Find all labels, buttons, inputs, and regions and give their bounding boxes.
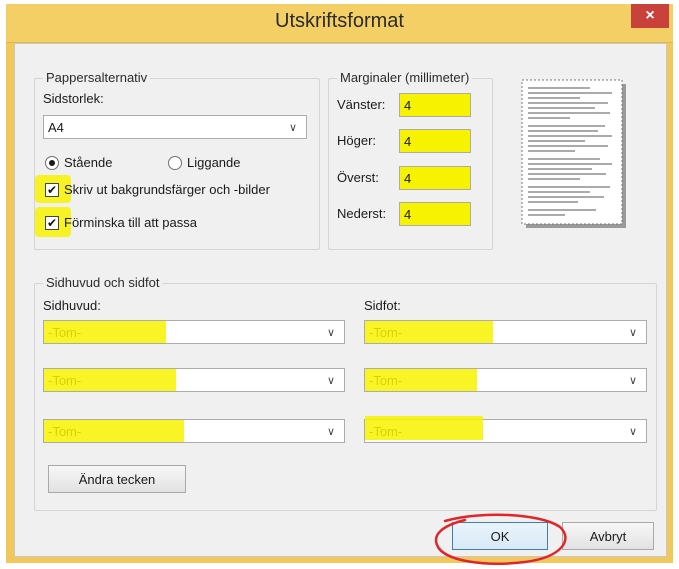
page-preview-graphic <box>521 79 626 228</box>
footer-value-2: -Tom- <box>369 372 403 388</box>
chevron-down-icon: ∨ <box>628 374 638 387</box>
landscape-radio[interactable] <box>168 156 182 170</box>
right-margin-value: 4 <box>404 133 412 149</box>
change-font-button[interactable]: Ändra tecken <box>48 465 186 493</box>
header-value-1: -Tom- <box>48 324 82 340</box>
header-value-3: -Tom- <box>48 423 82 439</box>
portrait-label[interactable]: Stående <box>64 155 112 170</box>
footer-select-2[interactable]: -Tom- ∨ <box>364 368 647 392</box>
landscape-label[interactable]: Liggande <box>187 155 241 170</box>
background-checkbox[interactable]: ✔ <box>45 183 59 197</box>
left-margin-label: Vänster: <box>337 97 386 112</box>
bottom-margin-value: 4 <box>404 206 412 222</box>
right-margin-field[interactable]: 4 <box>399 129 471 153</box>
paper-size-select[interactable]: A4 ∨ <box>43 115 307 139</box>
header-select-3[interactable]: -Tom- ∨ <box>43 419 345 443</box>
header-footer-title: Sidhuvud och sidfot <box>43 275 163 290</box>
footer-select-1[interactable]: -Tom- ∨ <box>364 320 647 344</box>
right-margin-label: Höger: <box>337 133 377 148</box>
close-icon: × <box>645 7 655 24</box>
header-footer-group: Sidhuvud och sidfot Sidhuvud: Sidfot: -T… <box>34 275 657 511</box>
paper-options-group: Pappersalternativ Sidstorlek: A4 ∨ Ståen… <box>34 70 320 250</box>
page-setup-dialog: Utskriftsformat × Pappersalternativ Sids… <box>6 4 673 565</box>
background-label[interactable]: Skriv ut bakgrundsfärger och -bilder <box>64 182 270 197</box>
close-button[interactable]: × <box>631 4 669 28</box>
paper-size-label: Sidstorlek: <box>43 91 104 106</box>
margins-title: Marginaler (millimeter) <box>337 70 473 85</box>
top-margin-label: Överst: <box>337 170 379 185</box>
chevron-down-icon: ∨ <box>288 121 298 134</box>
margins-group: Marginaler (millimeter) Vänster: 4 Höger… <box>328 70 493 250</box>
footer-value-1: -Tom- <box>369 324 403 340</box>
header-value-2: -Tom- <box>48 372 82 388</box>
top-margin-value: 4 <box>404 170 412 186</box>
chevron-down-icon: ∨ <box>628 425 638 438</box>
top-margin-field[interactable]: 4 <box>399 166 471 190</box>
chevron-down-icon: ∨ <box>326 374 336 387</box>
chevron-down-icon: ∨ <box>326 326 336 339</box>
ok-button[interactable]: OK <box>452 522 548 550</box>
footer-select-3[interactable]: -Tom- ∨ <box>364 419 647 443</box>
dialog-title: Utskriftsformat <box>275 10 404 32</box>
shrink-label[interactable]: Förminska till att passa <box>64 215 197 230</box>
header-select-1[interactable]: -Tom- ∨ <box>43 320 345 344</box>
dialog-body: Pappersalternativ Sidstorlek: A4 ∨ Ståen… <box>14 43 667 565</box>
footer-value-3: -Tom- <box>369 423 403 439</box>
paper-options-title: Pappersalternativ <box>43 70 151 85</box>
title-bar: Utskriftsformat × <box>6 4 673 43</box>
cancel-button[interactable]: Avbryt <box>562 522 654 550</box>
page-preview <box>520 78 630 230</box>
header-select-2[interactable]: -Tom- ∨ <box>43 368 345 392</box>
bottom-margin-label: Nederst: <box>337 206 387 221</box>
paper-size-value: A4 <box>48 119 64 135</box>
footer-label: Sidfot: <box>364 298 401 313</box>
chevron-down-icon: ∨ <box>326 425 336 438</box>
bottom-margin-field[interactable]: 4 <box>399 202 471 226</box>
left-margin-field[interactable]: 4 <box>399 93 471 117</box>
chevron-down-icon: ∨ <box>628 326 638 339</box>
left-margin-value: 4 <box>404 97 412 113</box>
shrink-checkbox[interactable]: ✔ <box>45 216 59 230</box>
header-label: Sidhuvud: <box>43 298 101 313</box>
portrait-radio[interactable] <box>45 156 59 170</box>
